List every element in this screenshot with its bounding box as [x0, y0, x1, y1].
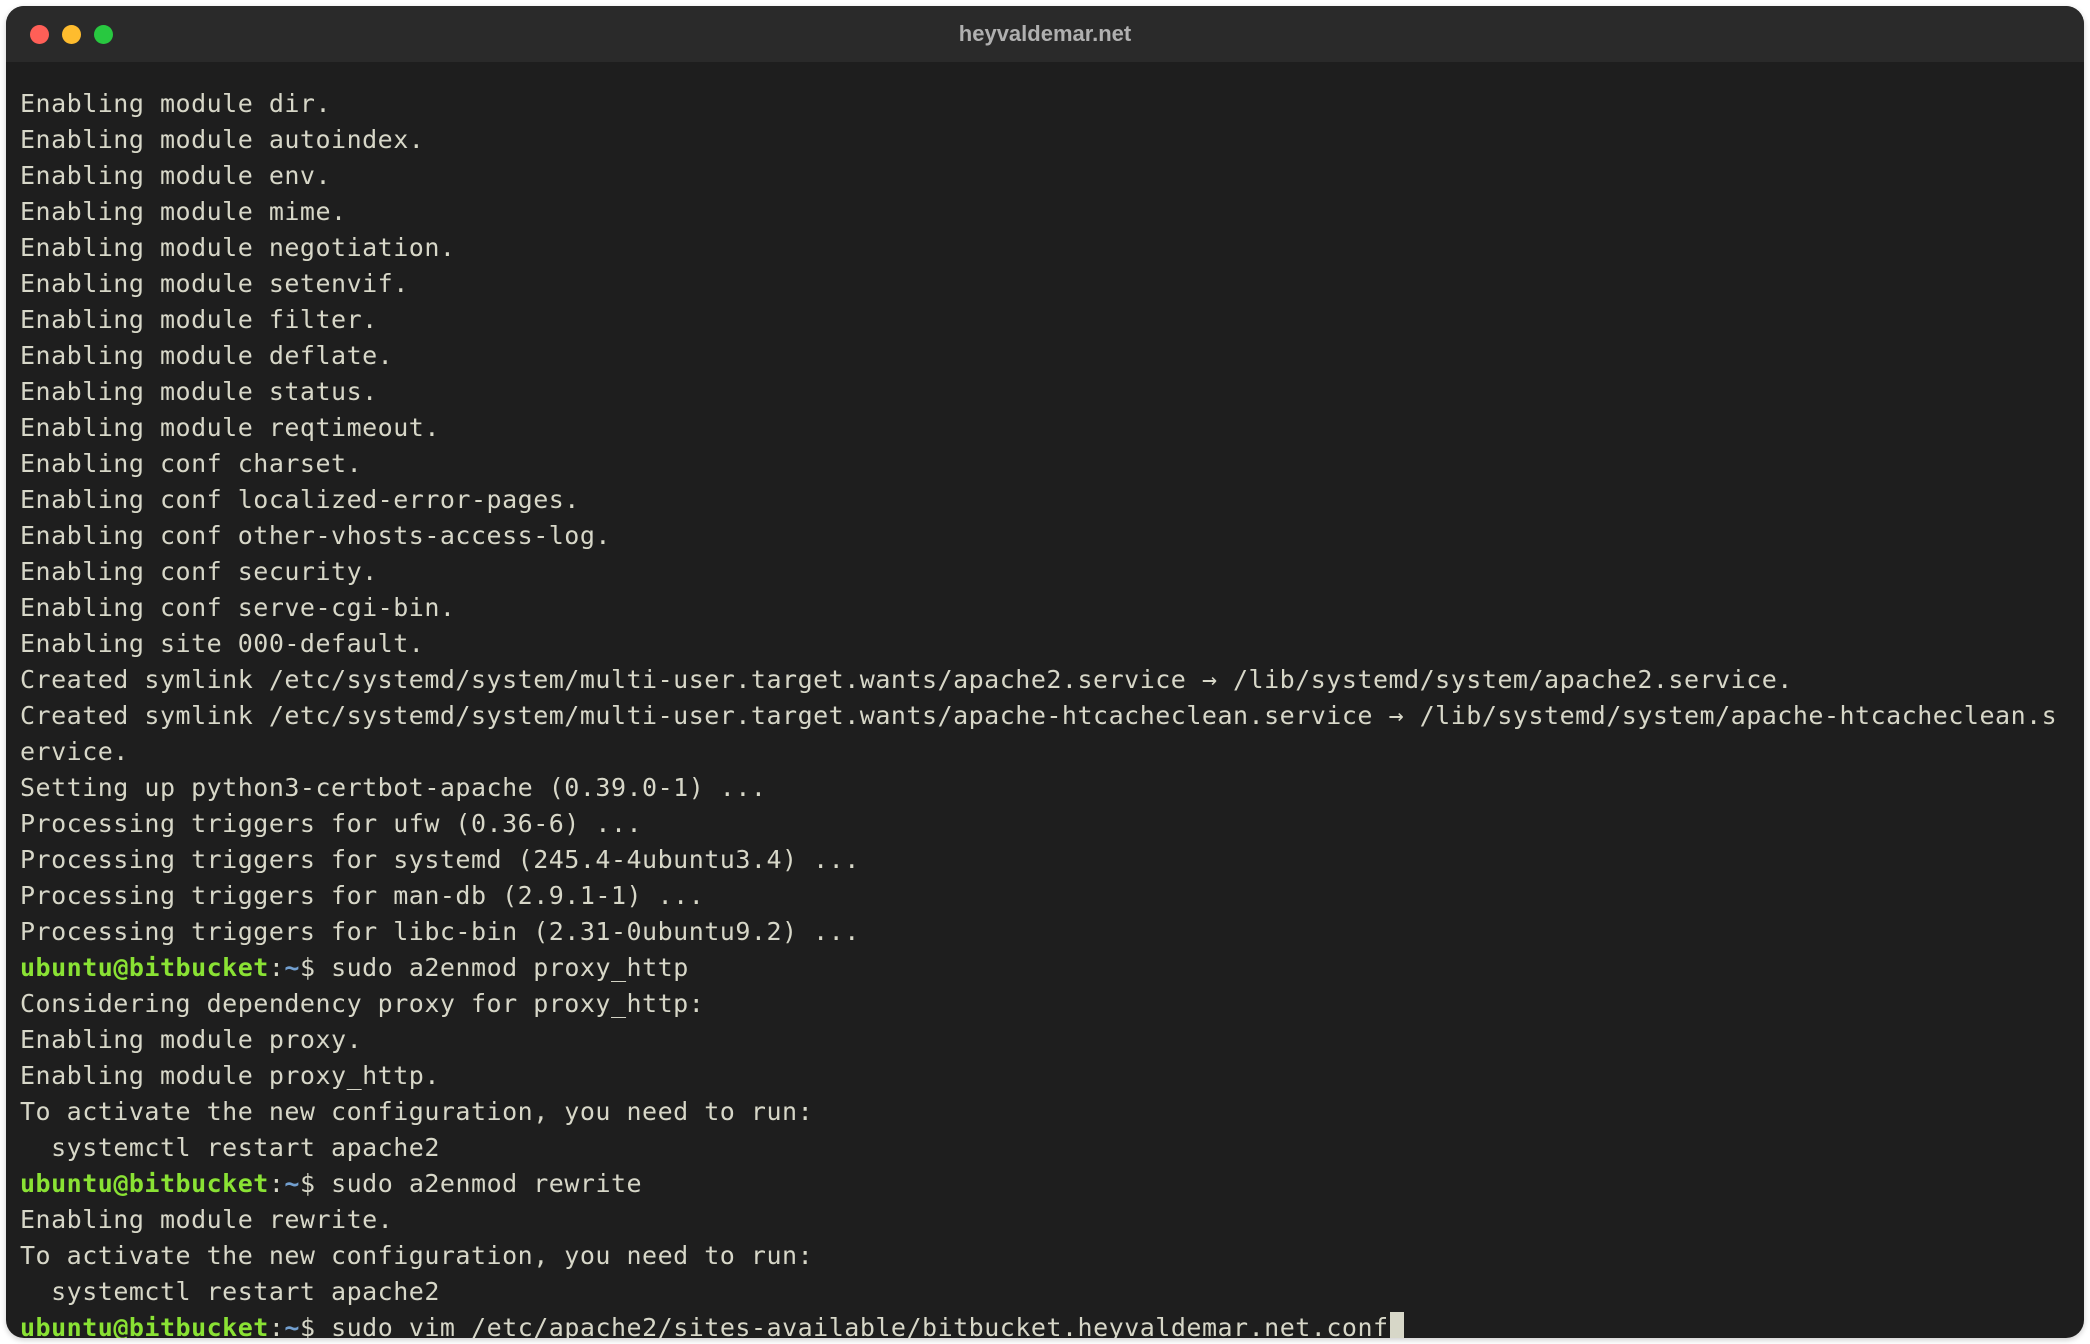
terminal-output-line: Enabling module deflate.	[20, 338, 2070, 374]
prompt-symbol: $	[300, 1169, 331, 1198]
terminal-output-line: Enabling module setenvif.	[20, 266, 2070, 302]
terminal-output-line: Processing triggers for ufw (0.36-6) ...	[20, 806, 2070, 842]
terminal-output-line: Enabling module filter.	[20, 302, 2070, 338]
prompt-at: @	[113, 1169, 129, 1198]
terminal-output-line: Considering dependency proxy for proxy_h…	[20, 986, 2070, 1022]
command-text: sudo a2enmod rewrite	[331, 1169, 642, 1198]
prompt-path: ~	[284, 953, 300, 982]
prompt-host: bitbucket	[129, 1313, 269, 1338]
command-text: sudo vim /etc/apache2/sites-available/bi…	[331, 1313, 1389, 1338]
terminal-output-line: To activate the new configuration, you n…	[20, 1094, 2070, 1130]
terminal-output-line: Enabling conf serve-cgi-bin.	[20, 590, 2070, 626]
terminal-output-line: Enabling conf security.	[20, 554, 2070, 590]
command-text: sudo a2enmod proxy_http	[331, 953, 689, 982]
prompt-host: bitbucket	[129, 1169, 269, 1198]
prompt-at: @	[113, 1313, 129, 1338]
terminal-output-line: Enabling module rewrite.	[20, 1202, 2070, 1238]
terminal-output-line: Processing triggers for libc-bin (2.31-0…	[20, 914, 2070, 950]
maximize-button[interactable]	[94, 25, 113, 44]
terminal-command-line: ubuntu@bitbucket:~$ sudo a2enmod proxy_h…	[20, 950, 2070, 986]
prompt-colon: :	[269, 953, 285, 982]
terminal-output-line: Enabling module autoindex.	[20, 122, 2070, 158]
minimize-button[interactable]	[62, 25, 81, 44]
terminal-output-line: systemctl restart apache2	[20, 1274, 2070, 1310]
prompt-colon: :	[269, 1169, 285, 1198]
terminal-body[interactable]: Enabling module dir.Enabling module auto…	[6, 62, 2084, 1338]
prompt-symbol: $	[300, 1313, 331, 1338]
terminal-output-line: systemctl restart apache2	[20, 1130, 2070, 1166]
terminal-output-line: Enabling module proxy.	[20, 1022, 2070, 1058]
terminal-output-line: Enabling conf localized-error-pages.	[20, 482, 2070, 518]
terminal-output-line: Enabling conf charset.	[20, 446, 2070, 482]
terminal-output-line: Created symlink /etc/systemd/system/mult…	[20, 662, 2070, 698]
terminal-output-line: Enabling site 000-default.	[20, 626, 2070, 662]
terminal-output-line: Created symlink /etc/systemd/system/mult…	[20, 698, 2070, 770]
terminal-output-line: Enabling conf other-vhosts-access-log.	[20, 518, 2070, 554]
titlebar: heyvaldemar.net	[6, 6, 2084, 62]
terminal-output-line: Enabling module proxy_http.	[20, 1058, 2070, 1094]
terminal-window: heyvaldemar.net Enabling module dir.Enab…	[6, 6, 2084, 1338]
window-title: heyvaldemar.net	[6, 21, 2084, 47]
prompt-symbol: $	[300, 953, 331, 982]
prompt-user: ubuntu	[20, 953, 113, 982]
terminal-command-line: ubuntu@bitbucket:~$ sudo vim /etc/apache…	[20, 1310, 2070, 1338]
prompt-user: ubuntu	[20, 1169, 113, 1198]
terminal-output-line: Enabling module dir.	[20, 86, 2070, 122]
terminal-output-line: Enabling module reqtimeout.	[20, 410, 2070, 446]
terminal-command-line: ubuntu@bitbucket:~$ sudo a2enmod rewrite	[20, 1166, 2070, 1202]
terminal-output-line: Enabling module status.	[20, 374, 2070, 410]
terminal-output-line: Setting up python3-certbot-apache (0.39.…	[20, 770, 2070, 806]
terminal-output-line: To activate the new configuration, you n…	[20, 1238, 2070, 1274]
terminal-output-line: Processing triggers for systemd (245.4-4…	[20, 842, 2070, 878]
prompt-colon: :	[269, 1313, 285, 1338]
terminal-output-line: Enabling module negotiation.	[20, 230, 2070, 266]
traffic-lights	[30, 25, 113, 44]
prompt-path: ~	[284, 1313, 300, 1338]
cursor	[1390, 1312, 1404, 1338]
terminal-output-line: Enabling module env.	[20, 158, 2070, 194]
prompt-path: ~	[284, 1169, 300, 1198]
terminal-output-line: Processing triggers for man-db (2.9.1-1)…	[20, 878, 2070, 914]
prompt-at: @	[113, 953, 129, 982]
terminal-output-line: Enabling module mime.	[20, 194, 2070, 230]
prompt-host: bitbucket	[129, 953, 269, 982]
close-button[interactable]	[30, 25, 49, 44]
prompt-user: ubuntu	[20, 1313, 113, 1338]
